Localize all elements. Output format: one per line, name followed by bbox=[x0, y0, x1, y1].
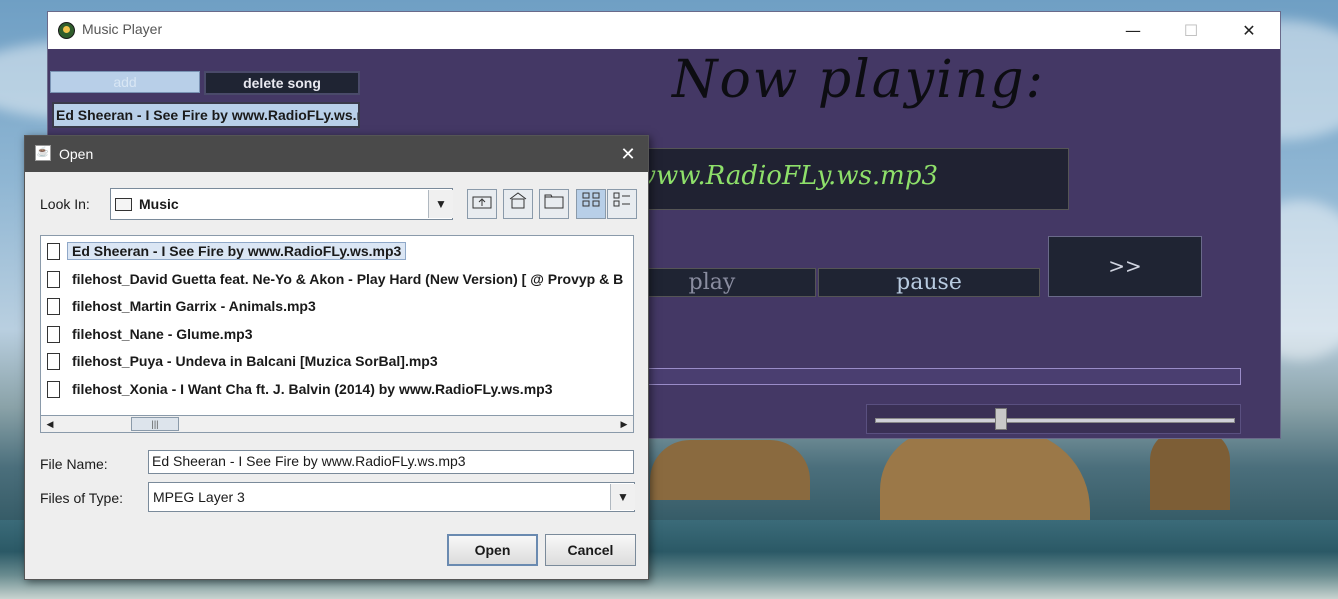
details-view-icon bbox=[613, 192, 630, 207]
player-window-title: Music Player bbox=[82, 21, 163, 37]
file-list-item[interactable]: filehost_Nane - Glume.mp3 bbox=[43, 321, 256, 347]
new-folder-icon bbox=[544, 194, 564, 209]
file-name: filehost_David Guetta feat. Ne-Yo & Akon… bbox=[72, 271, 624, 287]
files-of-type-value: MPEG Layer 3 bbox=[153, 489, 245, 505]
home-button[interactable] bbox=[503, 189, 533, 219]
file-list-item[interactable]: filehost_Martin Garrix - Animals.mp3 bbox=[43, 293, 320, 319]
up-folder-icon bbox=[472, 196, 492, 209]
now-playing-heading: Now playing: bbox=[672, 50, 1046, 110]
player-titlebar[interactable]: Music Player — ☐ ✕ bbox=[48, 12, 1280, 49]
pause-button[interactable]: pause bbox=[818, 268, 1040, 297]
file-icon bbox=[47, 380, 60, 398]
chevron-down-icon[interactable]: ▼ bbox=[428, 190, 453, 218]
file-icon bbox=[47, 352, 60, 370]
up-one-level-button[interactable] bbox=[467, 189, 497, 219]
file-name: filehost_Puya - Undeva in Balcani [Muzic… bbox=[72, 353, 438, 369]
music-player-app-icon bbox=[58, 22, 75, 39]
rock-formation bbox=[1150, 430, 1230, 510]
file-name-label: File Name: bbox=[40, 456, 108, 472]
file-name: Ed Sheeran - I See Fire by www.RadioFLy.… bbox=[66, 242, 407, 260]
dialog-title: Open bbox=[59, 146, 94, 162]
add-song-button[interactable]: add bbox=[50, 71, 200, 93]
scroll-right-icon[interactable]: ▶ bbox=[615, 416, 633, 432]
scroll-left-icon[interactable]: ◀ bbox=[41, 416, 59, 432]
file-list-item[interactable]: filehost_Xonia - I Want Cha ft. J. Balvi… bbox=[43, 376, 556, 402]
file-icon bbox=[47, 297, 60, 315]
file-icon bbox=[47, 242, 60, 260]
create-new-folder-button[interactable] bbox=[539, 189, 569, 219]
open-button[interactable]: Open bbox=[447, 534, 538, 566]
rock-arch bbox=[880, 430, 1090, 520]
file-list-item[interactable]: filehost_David Guetta feat. Ne-Yo & Akon… bbox=[43, 266, 627, 292]
maximize-button[interactable]: ☐ bbox=[1162, 12, 1220, 49]
details-view-button[interactable] bbox=[607, 189, 637, 219]
next-track-button[interactable]: >> bbox=[1048, 236, 1202, 297]
files-of-type-label: Files of Type: bbox=[40, 490, 124, 506]
chevron-down-icon[interactable]: ▼ bbox=[610, 484, 635, 510]
file-name-input[interactable]: Ed Sheeran - I See Fire by www.RadioFLy.… bbox=[148, 450, 634, 474]
playlist-item[interactable]: Ed Sheeran - I See Fire by www.RadioFLy.… bbox=[52, 102, 360, 128]
volume-slider-thumb[interactable] bbox=[995, 408, 1007, 430]
files-of-type-dropdown[interactable]: MPEG Layer 3 ▼ bbox=[148, 482, 635, 512]
list-view-button[interactable] bbox=[576, 189, 606, 219]
file-list[interactable]: Ed Sheeran - I See Fire by www.RadioFLy.… bbox=[40, 235, 634, 433]
dialog-close-button[interactable]: ✕ bbox=[613, 142, 643, 166]
list-view-icon bbox=[582, 192, 600, 207]
playback-progress-bar[interactable] bbox=[608, 368, 1241, 385]
file-name: filehost_Martin Garrix - Animals.mp3 bbox=[72, 298, 316, 314]
file-list-item[interactable]: Ed Sheeran - I See Fire by www.RadioFLy.… bbox=[43, 238, 407, 264]
look-in-label: Look In: bbox=[40, 196, 90, 212]
java-icon: ☕ bbox=[35, 145, 51, 161]
file-name: filehost_Nane - Glume.mp3 bbox=[72, 326, 253, 342]
look-in-dropdown[interactable]: Music ▼ bbox=[110, 188, 453, 220]
volume-slider-track[interactable] bbox=[875, 418, 1235, 423]
file-icon bbox=[47, 270, 60, 288]
volume-slider[interactable] bbox=[866, 404, 1241, 434]
file-name: filehost_Xonia - I Want Cha ft. J. Balvi… bbox=[72, 381, 553, 397]
dialog-titlebar[interactable]: ☕ Open ✕ bbox=[25, 136, 648, 172]
open-file-dialog: ☕ Open ✕ Look In: Music ▼ Ed Sheeran - I… bbox=[24, 135, 649, 580]
file-list-item[interactable]: filehost_Puya - Undeva in Balcani [Muzic… bbox=[43, 348, 442, 374]
close-button[interactable]: ✕ bbox=[1220, 12, 1278, 49]
horizontal-scrollbar[interactable]: ◀ ||| ▶ bbox=[40, 415, 634, 433]
home-icon bbox=[509, 192, 527, 209]
rock-formation bbox=[650, 440, 810, 500]
file-icon bbox=[47, 325, 60, 343]
delete-song-button[interactable]: delete song bbox=[204, 71, 360, 95]
cancel-button[interactable]: Cancel bbox=[545, 534, 636, 566]
current-track-display: Ed Sheeran - I See Fire by www.RadioFLy.… bbox=[588, 148, 1069, 210]
folder-icon bbox=[115, 198, 132, 211]
scrollbar-thumb[interactable]: ||| bbox=[131, 417, 179, 431]
look-in-value: Music bbox=[139, 196, 179, 212]
minimize-button[interactable]: — bbox=[1104, 12, 1162, 49]
